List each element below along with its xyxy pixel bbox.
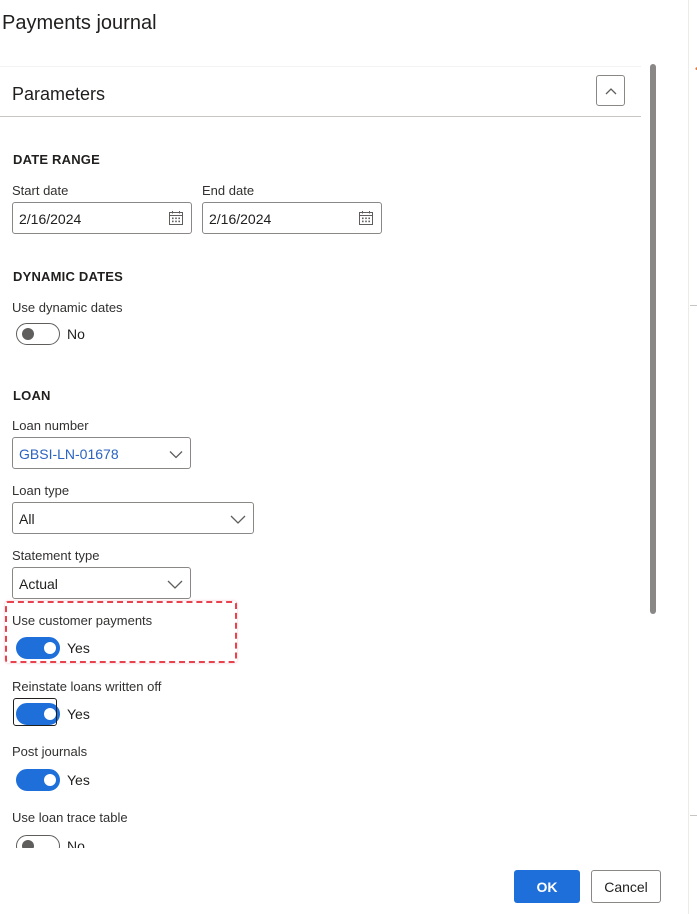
use-dynamic-dates-toggle[interactable] — [16, 323, 60, 345]
statement-type-select[interactable]: Actual — [12, 567, 191, 599]
vertical-scrollbar[interactable] — [649, 64, 657, 850]
use-customer-payments-highlight — [5, 601, 237, 663]
collapse-button[interactable] — [596, 75, 625, 106]
start-date-field[interactable]: 2/16/2024 — [12, 202, 192, 234]
date-range-heading: DATE RANGE — [13, 152, 100, 167]
section-title: Parameters — [12, 84, 106, 104]
post-journals-label: Post journals — [12, 744, 88, 759]
dialog-title: Payments journal — [2, 12, 157, 34]
scrollbar-thumb[interactable] — [650, 64, 656, 614]
background-page-rule — [690, 815, 697, 816]
reinstate-loans-label: Reinstate loans written off — [12, 679, 162, 694]
cancel-button[interactable]: Cancel — [591, 870, 661, 903]
start-date-label: Start date — [12, 183, 69, 198]
loan-number-select[interactable]: GBSI-LN-01678 — [12, 437, 191, 469]
use-dynamic-dates-value: No — [67, 326, 85, 342]
background-page-divider — [688, 0, 689, 914]
parameters-scroll-area[interactable]: Parameters DATE RANGE Start date 2/16/20… — [0, 66, 645, 848]
use-dynamic-dates-label: Use dynamic dates — [12, 300, 123, 315]
end-date-label: End date — [202, 183, 255, 198]
start-date-value: 2/16/2024 — [19, 211, 82, 227]
loan-number-value[interactable]: GBSI-LN-01678 — [19, 446, 119, 462]
post-journals-focus-ring — [13, 698, 57, 726]
loan-heading: LOAN — [13, 388, 51, 403]
chevron-down-icon[interactable] — [230, 512, 246, 526]
background-page-rule — [690, 305, 697, 306]
use-loan-trace-table-toggle[interactable] — [16, 835, 60, 848]
loan-number-label: Loan number — [12, 418, 89, 433]
post-journals-toggle[interactable] — [16, 769, 60, 791]
ok-button[interactable]: OK — [514, 870, 580, 903]
reinstate-loans-value: Yes — [67, 706, 90, 722]
post-journals-value: Yes — [67, 772, 90, 788]
loan-type-label: Loan type — [12, 483, 70, 498]
loan-type-value: All — [19, 511, 35, 527]
use-loan-trace-table-label: Use loan trace table — [12, 810, 128, 825]
end-date-field[interactable]: 2/16/2024 — [202, 202, 382, 234]
calendar-icon[interactable] — [168, 210, 184, 226]
chevron-down-icon[interactable] — [169, 447, 183, 461]
end-date-value: 2/16/2024 — [209, 211, 272, 227]
parameters-section-header[interactable]: Parameters — [0, 66, 641, 117]
statement-type-value: Actual — [19, 576, 58, 592]
loan-type-select[interactable]: All — [12, 502, 254, 534]
calendar-icon[interactable] — [358, 210, 374, 226]
dynamic-dates-heading: DYNAMIC DATES — [13, 269, 123, 284]
chevron-up-icon — [605, 87, 616, 94]
use-loan-trace-table-value: No — [67, 838, 85, 848]
statement-type-label: Statement type — [12, 548, 100, 563]
chevron-down-icon[interactable] — [167, 577, 183, 591]
